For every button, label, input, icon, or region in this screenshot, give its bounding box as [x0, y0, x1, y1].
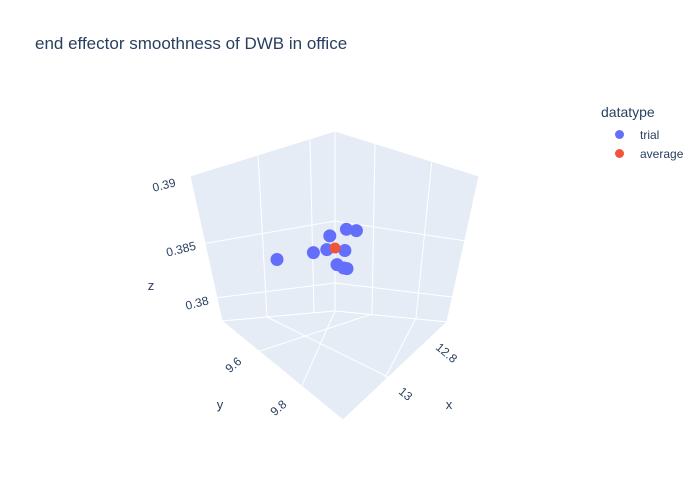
trial-point[interactable] [306, 246, 320, 260]
trial-point[interactable] [323, 229, 337, 243]
trial-point[interactable] [338, 244, 352, 257]
trial-point[interactable] [339, 222, 353, 236]
legend-swatch-average [615, 149, 624, 158]
y-tick-label: 9.6 [223, 354, 245, 376]
x-tick-label: 13 [396, 384, 415, 404]
average-point[interactable] [329, 242, 341, 254]
legend-item-average[interactable]: average [601, 144, 683, 163]
legend-title: datatype [601, 104, 655, 120]
trial-point[interactable] [270, 253, 284, 266]
y-tick-label: 9.8 [268, 397, 290, 419]
scene-3d[interactable]: 0.39 0.385 0.38 z 9.6 9.8 y 12.8 13 x [0, 0, 700, 500]
floor-plane [220, 310, 449, 421]
legend: datatype trial average [601, 104, 683, 163]
z-axis-title: z [148, 278, 155, 293]
y-axis-title: y [217, 397, 224, 412]
z-tick-label: 0.38 [184, 293, 210, 312]
z-tick-label: 0.39 [151, 175, 177, 194]
x-tick-label: 12.8 [433, 340, 460, 366]
z-tick-label: 0.385 [165, 239, 198, 260]
legend-label-trial: trial [640, 127, 660, 142]
legend-item-trial[interactable]: trial [601, 125, 683, 144]
legend-label-average: average [640, 146, 684, 161]
legend-swatch-trial [615, 130, 624, 139]
x-axis-title: x [446, 397, 453, 412]
trial-point[interactable] [340, 262, 354, 276]
